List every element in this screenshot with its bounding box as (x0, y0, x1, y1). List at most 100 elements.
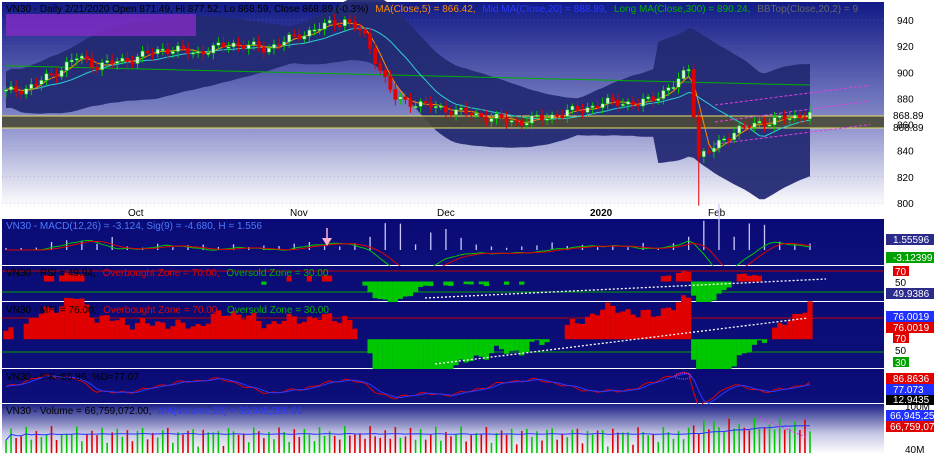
candle-body (753, 123, 756, 127)
candle-body (601, 104, 604, 108)
stoch-pane[interactable]: VN30 - %K=86.86, %D=77.07 (2, 369, 884, 407)
candle-body (556, 115, 559, 117)
rsi-bar-down (464, 282, 469, 285)
mfi-bar-down (378, 339, 383, 373)
candle-body (712, 148, 715, 152)
rsi-bar-down (418, 282, 423, 287)
candle-body (409, 99, 412, 106)
mfi-bar-up (332, 321, 337, 339)
x-axis: Oct Nov Dec 2020 Feb (2, 207, 884, 219)
mfi-pane[interactable]: VN30 - MFI = 76.00, Overbought Zone = 70… (2, 295, 884, 373)
candle-body (525, 123, 528, 125)
price-pane[interactable]: VN30 - Daily 2/21/2020 Open 871.49, Hi 8… (2, 0, 884, 207)
rsi-bar-up (742, 274, 747, 282)
rsi-bar-up (686, 272, 691, 282)
candle-body (495, 114, 498, 119)
rsi-bar-down (721, 282, 726, 291)
candle-body (80, 56, 83, 59)
mfi-bar-up (565, 325, 570, 339)
macd-label-1: 1.55596 (893, 235, 930, 246)
mfi-bar-up (777, 323, 782, 340)
mfi-bar-up (595, 315, 600, 339)
right-axis: 940920900880860840820800 868.89 868.89 1… (884, 2, 936, 470)
candle-body (15, 87, 18, 92)
mfi-bar-up (342, 316, 347, 339)
candle-body (20, 91, 23, 94)
mfi-bar-down (423, 339, 428, 373)
candle-body (9, 87, 12, 90)
candle-body (465, 108, 468, 113)
vol-value-label: 66,759,07 (890, 422, 935, 433)
candle-body (631, 102, 634, 105)
candle-body (379, 64, 382, 71)
mfi-bar-down (539, 339, 544, 345)
candle-body (636, 105, 639, 107)
candle-body (743, 126, 746, 128)
candle-body (116, 61, 119, 63)
rsi-bar-down (448, 282, 453, 286)
candle-body (657, 99, 660, 101)
chart-canvas[interactable]: VN30 - Daily 2/21/2020 Open 871.49, Hi 8… (0, 0, 936, 470)
mfi-bar-up (575, 323, 580, 339)
candle-body (348, 19, 351, 21)
candle-body (722, 139, 725, 141)
candle-body (323, 23, 326, 29)
mfi-bar-up (327, 313, 332, 339)
mfi-bar-up (646, 310, 651, 340)
mfi-bar-down (534, 339, 539, 340)
candle-body (566, 110, 569, 117)
mfi-bar-up (605, 303, 610, 340)
rsi-bar-down (519, 282, 524, 285)
candle-body (217, 43, 220, 46)
rsi-bar-down (393, 282, 398, 305)
volume-pane[interactable]: VN30 - Volume = 66,759,072.00, MA(Volume… (2, 404, 884, 454)
candle-body (50, 74, 53, 76)
rsi-bar-down (443, 282, 448, 286)
rsi-bar-down (413, 282, 418, 293)
rsi-bar-up (757, 276, 762, 282)
mfi-bar-up (297, 324, 302, 340)
mfi-bar-up (89, 318, 94, 340)
candle-body (146, 51, 149, 53)
rsi-bar-down (398, 282, 403, 299)
mfi-bar-up (29, 318, 34, 339)
candle-body (272, 45, 275, 49)
mfi-header-os: Oversold Zone = 30.00 (227, 305, 329, 316)
mfi-bar-up (165, 329, 170, 339)
rsi-bar-down (484, 282, 489, 286)
candle-body (778, 116, 781, 118)
candle-body (257, 42, 260, 47)
mfi-bar-up (160, 322, 165, 339)
mfi-bar-up (180, 323, 185, 340)
rsi-bar-down (388, 282, 393, 304)
candle-body (313, 30, 316, 32)
rsi-bar-down (479, 282, 484, 285)
candle-body (535, 115, 538, 117)
mfi-bar-up (282, 321, 287, 339)
candle-body (277, 45, 280, 47)
candle-body (343, 19, 346, 25)
price-tick-label: 840 (897, 147, 914, 158)
candle-body (702, 151, 705, 157)
price-header-long-ma: Long MA(Close,300) = 890.24, (614, 4, 750, 15)
x-tick-oct: Oct (128, 208, 144, 219)
candle-body (576, 106, 579, 110)
price-header: VN30 - Daily 2/21/2020 Open 871.49, Hi 8… (6, 4, 859, 15)
price-tick-label: 880 (897, 94, 914, 105)
candle-body (374, 48, 377, 63)
candle-body (500, 114, 503, 118)
candle-body (111, 61, 114, 64)
rsi-bar-down (261, 282, 266, 285)
macd-header: VN30 - MACD(12,26) = -3.124, Sig(9) = -4… (6, 221, 262, 232)
mfi-bar-up (211, 314, 216, 340)
rsi-header: VN30 - RSI = 49.94, Overbought Zone = 70… (6, 268, 329, 279)
candle-body (121, 58, 124, 61)
mfi-bar-up (276, 324, 281, 339)
candle-body (242, 45, 245, 48)
technical-chart[interactable]: VN30 - Daily 2/21/2020 Open 871.49, Hi 8… (0, 0, 936, 470)
price-tick-label: 920 (897, 42, 914, 53)
candle-body (571, 106, 574, 110)
mfi-bar-up (322, 314, 327, 339)
candle-body (318, 29, 321, 31)
mfi-bar-up (135, 323, 140, 339)
